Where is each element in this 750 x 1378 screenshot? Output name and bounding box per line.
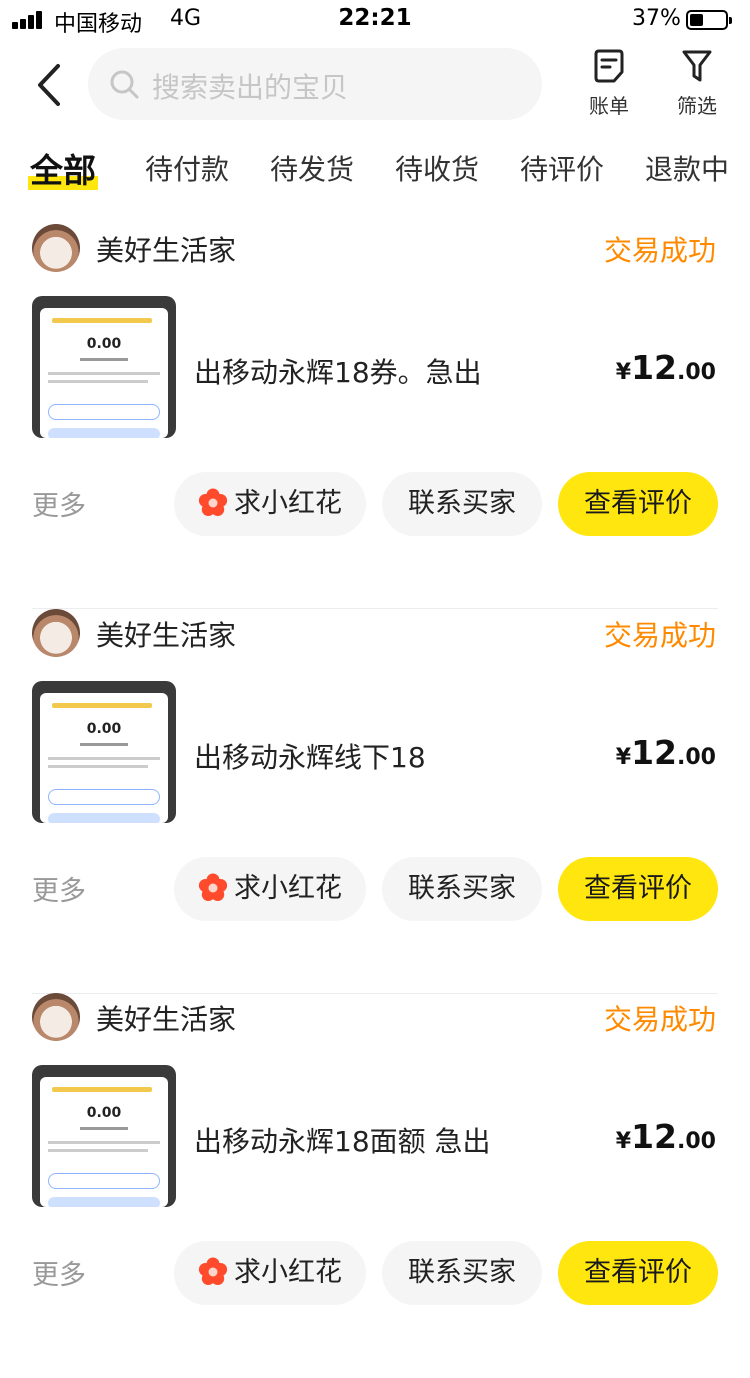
bill-label: 账单 xyxy=(589,94,629,118)
order-status: 交易成功 xyxy=(603,619,716,652)
product-title[interactable]: 出移动永辉18券。急出 xyxy=(194,351,482,391)
status-bar: 中国移动 4G 22:21 37% xyxy=(0,0,750,40)
battery-icon xyxy=(686,10,732,30)
seller-name[interactable]: 美好生活家 xyxy=(96,614,236,654)
back-button[interactable] xyxy=(30,62,70,108)
seller-name[interactable]: 美好生活家 xyxy=(96,998,236,1038)
view-review-button[interactable]: 查看评价 xyxy=(558,472,718,536)
tab-pending-review[interactable]: 待评价 xyxy=(520,148,604,188)
flower-icon xyxy=(198,1257,228,1285)
filter-button[interactable]: 筛选 xyxy=(662,48,732,128)
order-status: 交易成功 xyxy=(603,234,716,267)
seller-avatar[interactable] xyxy=(32,993,80,1041)
battery-percent: 37% xyxy=(632,6,681,31)
flower-icon xyxy=(198,488,228,516)
seller-avatar[interactable] xyxy=(32,609,80,657)
product-thumbnail[interactable]: 0.00 xyxy=(32,681,176,823)
order-card[interactable]: 美好生活家 交易成功 0.00 出移动永辉18面额 急出 ¥12.00 更多 求… xyxy=(32,993,718,1378)
more-button[interactable]: 更多 xyxy=(32,1253,86,1292)
more-button[interactable]: 更多 xyxy=(32,484,86,523)
top-nav: 搜索卖出的宝贝 账单 筛选 xyxy=(0,40,750,135)
search-placeholder: 搜索卖出的宝贝 xyxy=(152,71,349,104)
filter-icon xyxy=(682,50,712,82)
order-status: 交易成功 xyxy=(603,1003,716,1036)
product-title[interactable]: 出移动永辉线下18 xyxy=(194,736,426,776)
tab-refunding[interactable]: 退款中 xyxy=(645,148,729,188)
bill-button[interactable]: 账单 xyxy=(574,48,644,128)
order-price: ¥12.00 xyxy=(615,1117,716,1156)
search-icon xyxy=(110,70,139,99)
thumbnail-amount: 0.00 xyxy=(86,721,122,737)
order-card[interactable]: 美好生活家 交易成功 0.00 出移动永辉18券。急出 ¥12.00 更多 求小… xyxy=(32,224,718,609)
thumbnail-amount: 0.00 xyxy=(86,336,122,352)
filter-label: 筛选 xyxy=(677,94,717,118)
contact-buyer-button[interactable]: 联系买家 xyxy=(382,1241,542,1305)
thumbnail-amount: 0.00 xyxy=(86,1105,122,1121)
order-price: ¥12.00 xyxy=(615,348,716,387)
ask-flower-button[interactable]: 求小红花 xyxy=(174,472,366,536)
product-thumbnail[interactable]: 0.00 xyxy=(32,296,176,438)
order-card[interactable]: 美好生活家 交易成功 0.00 出移动永辉线下18 ¥12.00 更多 求小红花… xyxy=(32,609,718,994)
contact-buyer-button[interactable]: 联系买家 xyxy=(382,857,542,921)
tab-all[interactable]: 全部 xyxy=(28,144,98,192)
product-thumbnail[interactable]: 0.00 xyxy=(32,1065,176,1207)
search-bar[interactable]: 搜索卖出的宝贝 xyxy=(88,48,542,120)
seller-avatar[interactable] xyxy=(32,224,80,272)
view-review-button[interactable]: 查看评价 xyxy=(558,1241,718,1305)
ask-flower-button[interactable]: 求小红花 xyxy=(174,857,366,921)
back-arrow-icon xyxy=(38,64,60,106)
order-status-tabs: 全部 待付款 待发货 待收货 待评价 退款中 xyxy=(0,140,750,200)
product-title[interactable]: 出移动永辉18面额 急出 xyxy=(194,1120,491,1160)
tab-pending-shipment[interactable]: 待发货 xyxy=(270,148,354,188)
seller-name[interactable]: 美好生活家 xyxy=(96,229,236,269)
ask-flower-button[interactable]: 求小红花 xyxy=(174,1241,366,1305)
flower-icon xyxy=(198,873,228,901)
more-button[interactable]: 更多 xyxy=(32,869,86,908)
bill-icon xyxy=(594,49,624,83)
view-review-button[interactable]: 查看评价 xyxy=(558,857,718,921)
tab-pending-payment[interactable]: 待付款 xyxy=(145,148,229,188)
contact-buyer-button[interactable]: 联系买家 xyxy=(382,472,542,536)
order-price: ¥12.00 xyxy=(615,733,716,772)
tab-pending-receipt[interactable]: 待收货 xyxy=(395,148,479,188)
